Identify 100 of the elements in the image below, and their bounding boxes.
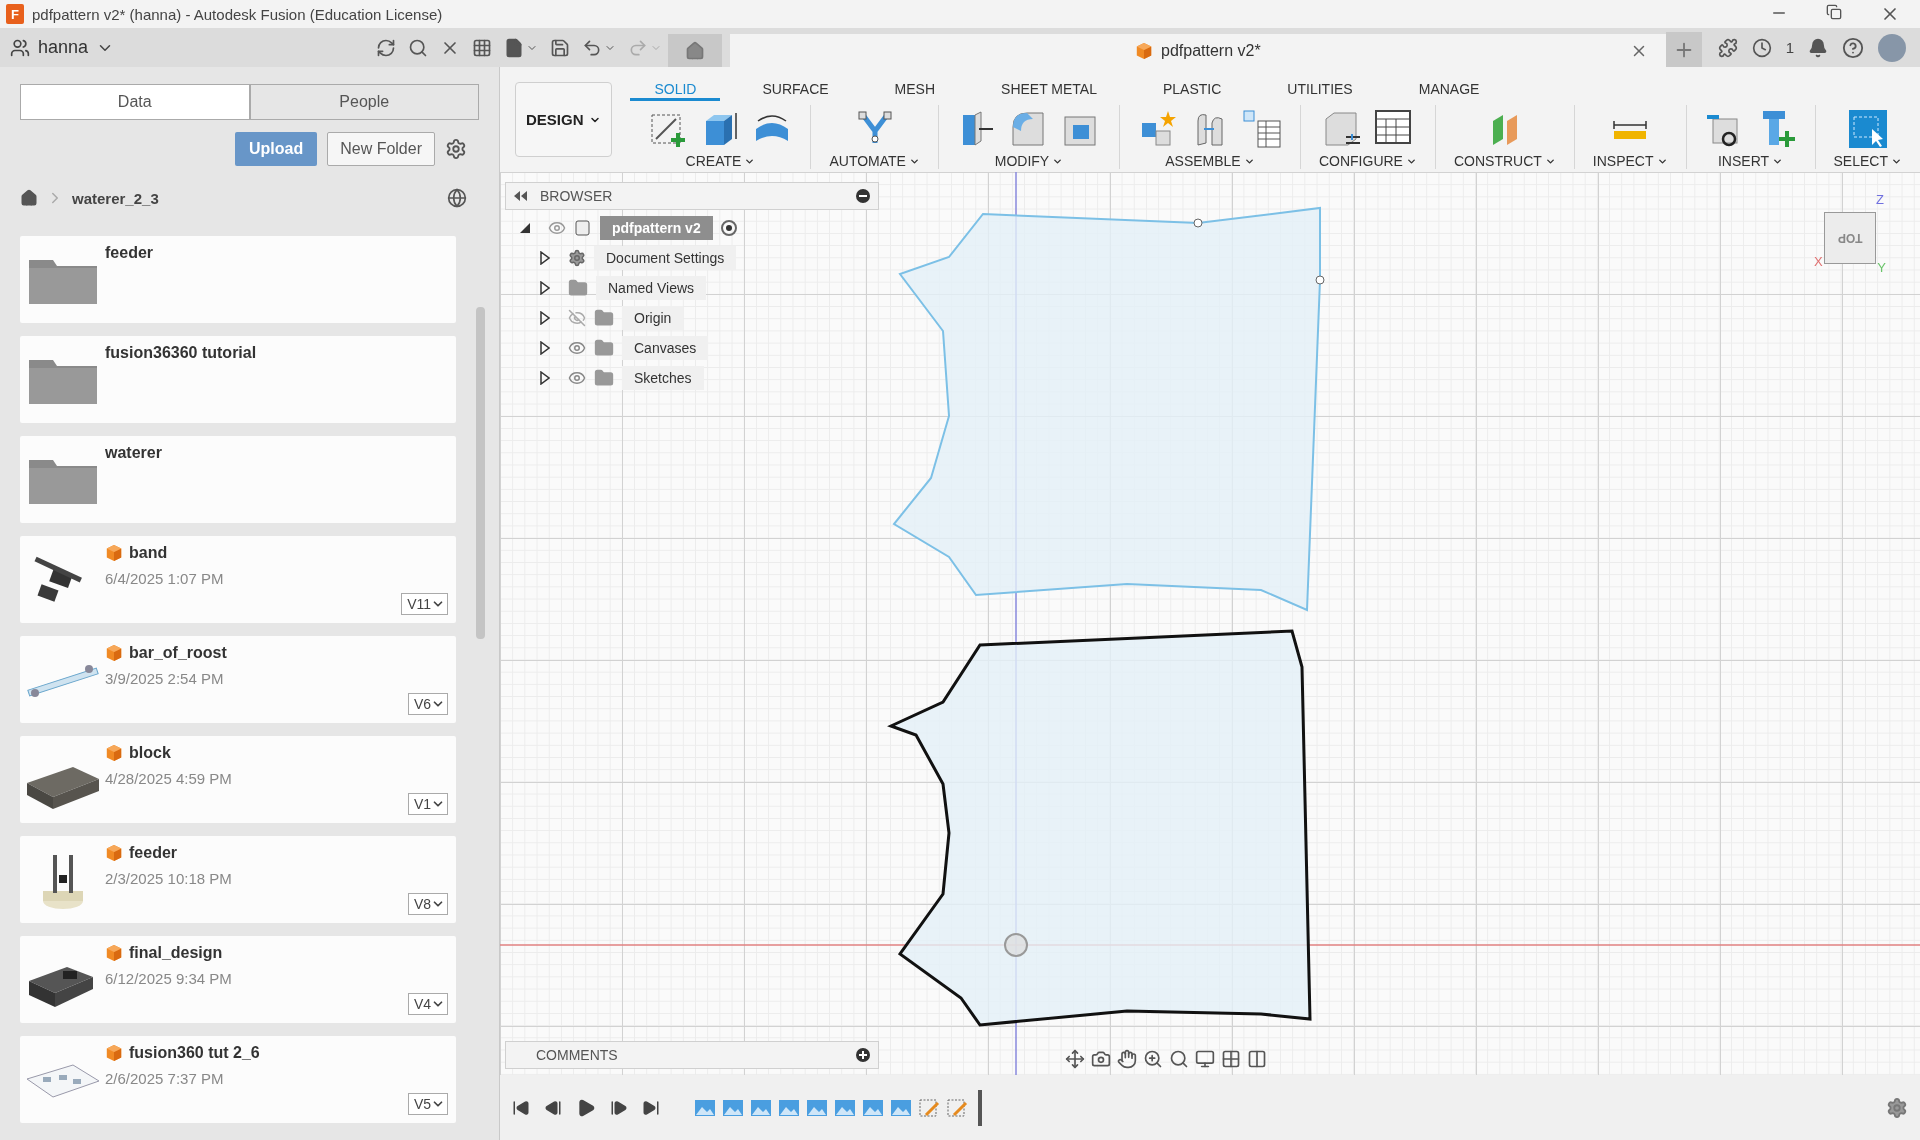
step-forward-icon[interactable] [610, 1098, 628, 1117]
toolbar-tab[interactable]: SURFACE [738, 79, 853, 101]
toolbar-tab[interactable]: UTILITIES [1263, 79, 1377, 101]
cube-icon [105, 1044, 123, 1062]
eye-icon[interactable] [548, 219, 566, 237]
tree-item[interactable]: Document Settings [594, 246, 737, 270]
axis-label: Z [1876, 192, 1884, 207]
select-icon[interactable] [1847, 109, 1888, 149]
pan-icon[interactable] [1117, 1049, 1137, 1069]
home-icon[interactable] [20, 189, 38, 207]
timeline-marker[interactable] [978, 1089, 982, 1126]
folder-card[interactable]: feeder [20, 236, 456, 323]
version-button[interactable]: V4 [407, 993, 448, 1015]
group-menu[interactable]: CONFIGURE [1318, 153, 1417, 169]
first-frame-icon[interactable] [512, 1098, 530, 1117]
settings-icon[interactable] [445, 138, 467, 160]
file-card[interactable]: bar_of_roost 3/9/2025 2:54 PM V6 [20, 636, 456, 723]
expand-icon[interactable] [520, 223, 530, 233]
version-button[interactable]: V6 [407, 693, 448, 715]
team-name[interactable]: hanna [38, 37, 89, 58]
tree-item[interactable]: Named Views [596, 276, 707, 300]
zoom-window-icon[interactable] [1169, 1049, 1189, 1069]
tree-item[interactable]: Canvases [622, 336, 709, 360]
group-menu[interactable]: INSERT [1718, 153, 1784, 169]
group-menu[interactable]: CONSTRUCT [1453, 153, 1556, 169]
expand-icon[interactable] [540, 341, 550, 355]
breadcrumb-item[interactable]: waterer_2_3 [72, 189, 439, 207]
group-menu[interactable]: AUTOMATE [829, 153, 920, 169]
last-frame-icon[interactable] [642, 1098, 660, 1117]
group-menu[interactable]: SELECT [1833, 153, 1902, 169]
item-name: band [129, 544, 168, 562]
panel-tab[interactable]: People [249, 84, 479, 120]
folder-card[interactable]: fusion36360 tutorial [20, 336, 456, 423]
display-icon[interactable] [1195, 1049, 1215, 1069]
orbit-icon[interactable] [1065, 1049, 1085, 1069]
new-tab-button[interactable] [1665, 32, 1702, 67]
home-icon [685, 40, 705, 61]
file-icon [504, 37, 524, 58]
file-card[interactable]: band 6/4/2025 1:07 PM V11 [20, 536, 456, 623]
undo-icon [582, 37, 602, 58]
toolbar-tab[interactable]: MANAGE [1394, 79, 1504, 101]
group-menu[interactable]: INSPECT [1592, 153, 1668, 169]
activate-radio[interactable] [720, 220, 737, 236]
scrollbar[interactable] [476, 307, 485, 639]
window-title: pdfpattern v2* (hanna) - Autodesk Fusion (Education License) [32, 5, 444, 23]
expand-icon[interactable] [540, 281, 550, 295]
version-button[interactable]: V8 [407, 893, 448, 915]
zoom-icon[interactable] [1143, 1049, 1163, 1069]
help-icon[interactable] [1842, 36, 1864, 59]
extensions-icon[interactable] [1717, 37, 1738, 58]
clock-icon[interactable] [1751, 37, 1772, 58]
file-card[interactable]: final_design 6/12/2025 9:34 PM V4 [20, 936, 456, 1023]
panel-tab[interactable]: Data [20, 84, 250, 120]
redo-icon [628, 37, 648, 58]
settings-icon[interactable] [1886, 1096, 1908, 1119]
globe-icon[interactable] [447, 188, 467, 208]
toolbar-tab[interactable]: PLASTIC [1139, 79, 1246, 101]
notification-icon[interactable] [1808, 37, 1828, 58]
grid-icon[interactable] [1221, 1049, 1241, 1069]
refresh-icon [376, 37, 396, 58]
step-back-icon[interactable] [544, 1098, 562, 1117]
minimize-icon[interactable] [856, 189, 870, 203]
file-card[interactable]: block 4/28/2025 4:59 PM V1 [20, 736, 456, 823]
item-name: final_design [129, 944, 223, 962]
file-card[interactable]: fusion360 tut 2_6 2/6/2025 7:37 PM V5 [20, 1036, 456, 1123]
file-card[interactable]: feeder 2/3/2025 10:18 PM V8 [20, 836, 456, 923]
version-button[interactable]: V5 [407, 1093, 448, 1115]
version-button[interactable]: V1 [407, 793, 448, 815]
eye-icon[interactable] [568, 339, 586, 357]
play-icon[interactable] [576, 1097, 596, 1118]
group-menu[interactable]: ASSEMBLE [1165, 153, 1255, 169]
expand-icon[interactable] [540, 371, 550, 385]
workspace-button[interactable]: DESIGN [515, 82, 613, 157]
group-menu[interactable]: MODIFY [994, 153, 1064, 169]
toolbar-tab[interactable]: SHEET METAL [977, 79, 1121, 101]
folder-card[interactable]: waterer [20, 436, 456, 523]
item-date: 2/3/2025 10:18 PM [105, 870, 232, 887]
tree-item[interactable]: Origin [622, 306, 684, 330]
expand-icon[interactable] [540, 311, 550, 325]
camera-icon[interactable] [1091, 1049, 1111, 1069]
new-folder-button[interactable]: New Folder [327, 132, 435, 166]
toolbar-tab[interactable]: MESH [870, 79, 960, 101]
home-tab[interactable] [668, 34, 722, 67]
expand-icon[interactable] [540, 251, 550, 265]
group-menu[interactable]: CREATE [685, 153, 756, 169]
add-icon[interactable] [856, 1048, 870, 1062]
restore-icon[interactable] [1826, 4, 1842, 20]
item-name: bar_of_roost [129, 644, 227, 662]
item-name: feeder [129, 844, 178, 862]
sketch-profile[interactable] [887, 629, 1312, 1027]
version-button[interactable]: V11 [401, 593, 448, 615]
eye-icon[interactable] [568, 369, 586, 387]
panel-title: COMMENTS [535, 1047, 619, 1063]
team-icon[interactable] [10, 37, 30, 58]
collapse-icon[interactable] [514, 191, 528, 201]
viewports-icon[interactable] [1247, 1049, 1267, 1069]
tree-item[interactable]: Sketches [622, 366, 704, 390]
document-tab[interactable]: pdfpattern v2* [730, 34, 1666, 67]
axis-label: Y [1877, 260, 1886, 275]
item-date: 2/6/2025 7:37 PM [105, 1070, 225, 1087]
